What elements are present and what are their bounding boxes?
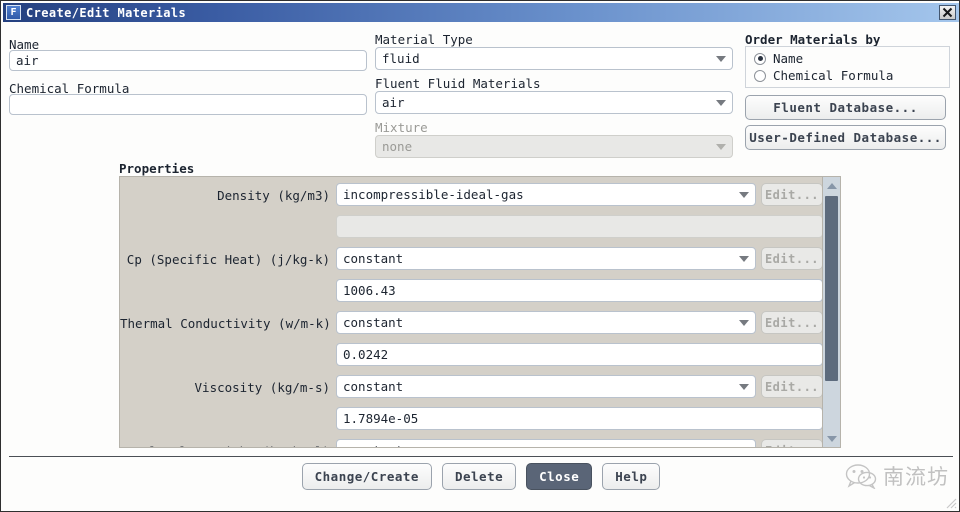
- radio-order-by-chemical-formula-label: Chemical Formula: [773, 68, 894, 83]
- material-type-select[interactable]: fluid: [375, 47, 733, 70]
- property-edit-button-molecular-weight: Edit...: [761, 439, 823, 447]
- property-label-cp: Cp (Specific Heat) (j/kg-k): [126, 252, 330, 267]
- property-value-input-viscosity[interactable]: 1.7894e-05: [336, 407, 823, 430]
- material-type-label: Material Type: [375, 32, 473, 47]
- radio-icon-unselected: [754, 69, 766, 82]
- order-materials-by-label: Order Materials by: [745, 32, 881, 47]
- change-create-button[interactable]: Change/Create: [301, 463, 432, 490]
- property-method-value-molecular-weight: constant: [343, 443, 735, 447]
- scroll-up-icon[interactable]: [823, 177, 840, 194]
- property-value-input-cp[interactable]: 1006.43: [336, 279, 823, 302]
- chevron-down-icon: [739, 448, 749, 449]
- footer-button-bar: Change/Create Delete Close Help: [1, 463, 959, 490]
- resize-grip-icon[interactable]: [941, 493, 957, 509]
- triangle-down-glyph: [826, 435, 837, 442]
- material-type-value: fluid: [382, 51, 420, 66]
- chemical-formula-input[interactable]: [9, 94, 367, 115]
- properties-title: Properties: [119, 161, 195, 176]
- fluent-fluid-materials-select[interactable]: air: [375, 91, 733, 114]
- property-value-input-thermal-conductivity[interactable]: 0.0242: [336, 343, 823, 366]
- delete-button[interactable]: Delete: [441, 463, 517, 490]
- fluent-fluid-materials-label: Fluent Fluid Materials: [375, 76, 541, 91]
- close-glyph: [942, 7, 953, 18]
- window-title: Create/Edit Materials: [26, 5, 187, 20]
- close-icon[interactable]: [939, 5, 956, 20]
- user-defined-database-button[interactable]: User-Defined Database...: [745, 125, 946, 150]
- properties-panel: Density (kg/m3) incompressible-ideal-gas…: [119, 176, 841, 448]
- chevron-down-icon: [739, 383, 749, 390]
- property-edit-button-viscosity: Edit...: [761, 375, 823, 398]
- watermark-text: 南流坊: [883, 465, 949, 489]
- properties-scrollbar[interactable]: [822, 177, 840, 447]
- wechat-logo-icon: [845, 464, 877, 489]
- property-value-input-density: [336, 215, 823, 238]
- mixture-select: none: [375, 135, 733, 158]
- title-bar[interactable]: F Create/Edit Materials: [3, 3, 959, 22]
- chevron-down-icon: [739, 255, 749, 262]
- property-label-molecular-weight: Molecular Weight (kg/kmol): [120, 444, 330, 447]
- chevron-down-icon: [716, 99, 726, 106]
- property-label-density: Density (kg/m3): [217, 188, 330, 203]
- property-method-value-cp: constant: [343, 251, 404, 266]
- watermark: 南流坊: [845, 461, 949, 491]
- radio-order-by-name-label: Name: [773, 51, 804, 66]
- property-method-select-cp[interactable]: constant: [336, 247, 756, 270]
- property-edit-button-cp: Edit...: [761, 247, 823, 270]
- fluent-database-button[interactable]: Fluent Database...: [745, 95, 946, 120]
- name-input[interactable]: air: [9, 50, 367, 71]
- property-method-select-density[interactable]: incompressible-ideal-gas: [336, 183, 756, 206]
- property-edit-button-density: Edit...: [761, 183, 823, 206]
- radio-order-by-name[interactable]: Name: [754, 51, 803, 66]
- property-label-viscosity: Viscosity (kg/m-s): [194, 380, 330, 395]
- property-method-select-thermal-conductivity[interactable]: constant: [336, 311, 756, 334]
- mixture-label: Mixture: [375, 120, 428, 135]
- scrollbar-thumb[interactable]: [825, 196, 838, 381]
- property-method-select-molecular-weight[interactable]: constant: [336, 439, 756, 449]
- property-edit-button-thermal-conductivity: Edit...: [761, 311, 823, 334]
- property-method-select-viscosity[interactable]: constant: [336, 375, 756, 398]
- fluent-fluid-materials-value: air: [382, 95, 405, 110]
- scroll-down-icon[interactable]: [823, 430, 840, 447]
- chevron-down-icon: [739, 191, 749, 198]
- property-method-value-density: incompressible-ideal-gas: [343, 187, 524, 202]
- radio-icon-selected: [754, 52, 766, 65]
- property-label-thermal-conductivity: Thermal Conductivity (w/m-k): [120, 316, 331, 331]
- chevron-down-icon: [716, 55, 726, 62]
- radio-order-by-chemical-formula[interactable]: Chemical Formula: [754, 68, 893, 83]
- help-button[interactable]: Help: [602, 463, 661, 490]
- footer-divider: [9, 456, 953, 457]
- property-method-value-thermal-conductivity: constant: [343, 315, 404, 330]
- mixture-value: none: [382, 139, 413, 154]
- order-materials-by-group: Name Chemical Formula: [745, 46, 950, 88]
- close-button[interactable]: Close: [526, 463, 593, 490]
- triangle-up-glyph: [826, 182, 837, 189]
- create-edit-materials-dialog: F Create/Edit Materials Name air Chemica…: [0, 0, 960, 512]
- fluent-app-icon: F: [6, 5, 21, 20]
- chevron-down-icon: [739, 319, 749, 326]
- chevron-down-icon: [716, 143, 726, 150]
- property-method-value-viscosity: constant: [343, 379, 404, 394]
